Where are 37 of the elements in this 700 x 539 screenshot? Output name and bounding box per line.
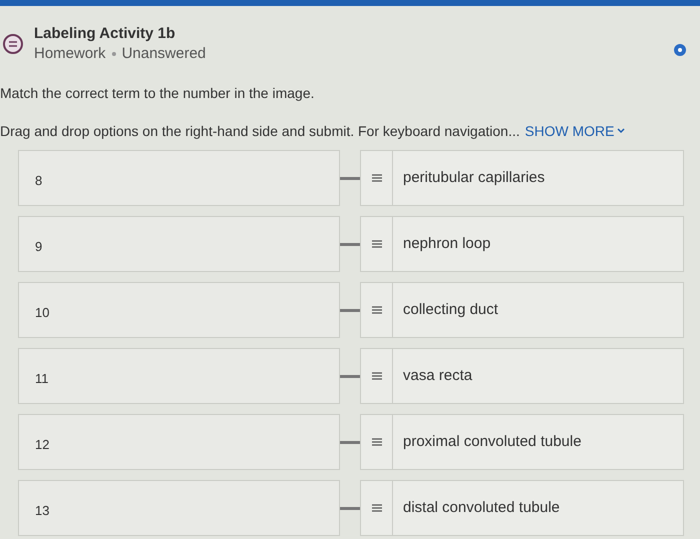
drop-target[interactable]: 12 bbox=[18, 414, 340, 470]
option-label: vasa recta bbox=[403, 366, 472, 386]
drag-option[interactable]: proximal convoluted tubule bbox=[360, 414, 684, 470]
drag-option[interactable]: collecting duct bbox=[360, 282, 684, 338]
connector-line bbox=[340, 440, 360, 444]
connector-line bbox=[340, 308, 360, 312]
activity-status: Unanswered bbox=[122, 44, 206, 64]
drop-target[interactable]: 11 bbox=[18, 348, 340, 404]
drop-target[interactable]: 8 bbox=[18, 150, 340, 206]
option-label: distal convoluted tubule bbox=[403, 498, 560, 518]
show-more-link[interactable]: SHOW MORE bbox=[524, 122, 626, 140]
connector-line bbox=[340, 176, 360, 180]
connector-line bbox=[340, 242, 360, 246]
drag-option[interactable]: nephron loop bbox=[360, 216, 684, 272]
drag-option[interactable]: peritubular capillaries bbox=[360, 150, 684, 206]
instruction-text: Drag and drop options on the right-hand side and submit. For keyboard navigation... bbox=[0, 122, 520, 140]
drop-target[interactable]: 9 bbox=[18, 216, 340, 272]
activity-title: Labeling Activity 1b bbox=[34, 24, 176, 44]
option-label: collecting duct bbox=[403, 300, 498, 320]
drag-handle-icon bbox=[372, 372, 382, 380]
connector-line bbox=[340, 374, 360, 378]
option-label: peritubular capillaries bbox=[403, 168, 545, 188]
drag-handle-icon bbox=[372, 306, 382, 314]
drag-handle-icon bbox=[372, 174, 382, 182]
drag-handle-icon bbox=[372, 504, 382, 512]
chevron-down-icon bbox=[617, 128, 626, 134]
drop-target[interactable]: 10 bbox=[18, 282, 340, 338]
activity-type: Homework bbox=[34, 44, 106, 64]
option-label: proximal convoluted tubule bbox=[403, 432, 582, 452]
connector-line bbox=[340, 506, 360, 510]
drag-handle-icon bbox=[372, 240, 382, 248]
drop-target[interactable]: 13 bbox=[18, 480, 340, 536]
drag-handle-icon bbox=[372, 438, 382, 446]
option-label: nephron loop bbox=[403, 234, 491, 254]
drag-option[interactable]: distal convoluted tubule bbox=[360, 480, 684, 536]
instruction-text: Match the correct term to the number in the image. bbox=[0, 84, 316, 102]
drag-option[interactable]: vasa recta bbox=[360, 348, 684, 404]
